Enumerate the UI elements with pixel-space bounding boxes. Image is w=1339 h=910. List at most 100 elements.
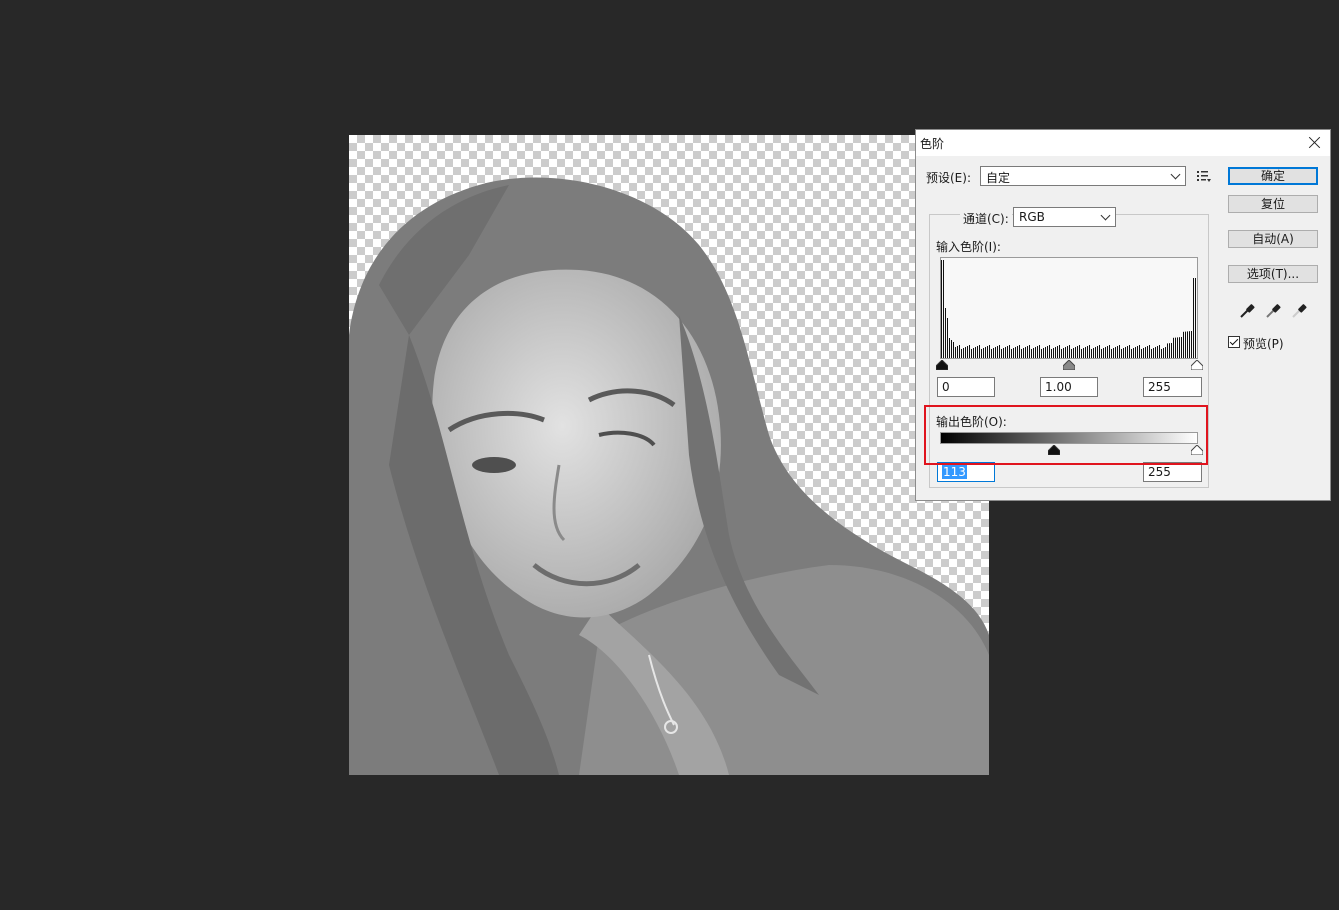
histogram-bar	[1151, 349, 1152, 358]
preset-select[interactable]: 自定	[980, 166, 1186, 186]
histogram-bar	[963, 348, 964, 358]
histogram-bar	[1119, 345, 1120, 358]
histogram-bar	[1195, 278, 1196, 358]
histogram-bar	[1073, 348, 1074, 358]
histogram-bar	[1105, 347, 1106, 358]
input-black-slider[interactable]	[936, 360, 948, 370]
histogram-bar	[1165, 347, 1166, 358]
histogram-bar	[1137, 346, 1138, 358]
histogram-bar	[1169, 343, 1170, 358]
histogram-bar	[1167, 343, 1168, 358]
histogram-bar	[1067, 346, 1068, 358]
reset-button[interactable]: 复位	[1228, 195, 1318, 213]
histogram-bar	[1121, 349, 1122, 358]
dialog-title: 色阶	[920, 137, 945, 151]
histogram-bar	[943, 260, 944, 358]
input-gamma-field[interactable]: 1.00	[1040, 377, 1098, 397]
gray-eyedropper-icon[interactable]	[1264, 302, 1282, 320]
histogram-bar	[1023, 348, 1024, 358]
document-canvas[interactable]	[349, 135, 989, 775]
histogram-bar	[1117, 346, 1118, 358]
histogram-bar	[1101, 349, 1102, 358]
dialog-titlebar[interactable]: 色阶	[916, 130, 1330, 156]
ok-button[interactable]: 确定	[1228, 167, 1318, 185]
histogram-bar	[1139, 345, 1140, 358]
histogram-bar	[1007, 346, 1008, 358]
input-black-field[interactable]: 0	[937, 377, 995, 397]
histogram-bar	[1115, 347, 1116, 358]
histogram-bar	[983, 348, 984, 358]
histogram-bar	[1051, 349, 1052, 358]
histogram-bar	[1143, 348, 1144, 358]
preset-menu-icon[interactable]	[1196, 169, 1212, 183]
preset-value: 自定	[986, 171, 1011, 185]
black-eyedropper-icon[interactable]	[1238, 302, 1256, 320]
close-icon[interactable]	[1306, 134, 1324, 152]
chevron-down-icon	[1170, 169, 1181, 180]
input-gamma-slider[interactable]	[1063, 360, 1075, 370]
preview-checkbox[interactable]	[1228, 336, 1240, 348]
histogram-bar	[1019, 345, 1020, 358]
histogram-bar	[1147, 346, 1148, 358]
histogram-bar	[977, 346, 978, 358]
preset-label: 预设(E):	[926, 171, 971, 185]
histogram-bar	[1031, 349, 1032, 358]
histogram-bar	[1043, 348, 1044, 358]
histogram-bar	[957, 346, 958, 358]
histogram-bar	[981, 349, 982, 358]
histogram-bar	[941, 260, 942, 358]
histogram-bar	[1109, 345, 1110, 358]
histogram-bar	[1089, 345, 1090, 358]
histogram-bar	[1153, 348, 1154, 358]
auto-button[interactable]: 自动(A)	[1228, 230, 1318, 248]
histogram-bar	[1077, 346, 1078, 358]
histogram-bar	[1037, 346, 1038, 358]
input-levels-label: 输入色阶(I):	[936, 240, 1001, 254]
histogram-bar	[1123, 348, 1124, 358]
channel-select[interactable]: RGB	[1013, 207, 1116, 227]
histogram-bar	[1129, 345, 1130, 358]
histogram-bar	[965, 347, 966, 358]
histogram-bar	[1061, 349, 1062, 358]
histogram-bar	[1011, 349, 1012, 358]
white-eyedropper-icon[interactable]	[1290, 302, 1308, 320]
histogram-bar	[1049, 345, 1050, 358]
histogram-bar	[1133, 348, 1134, 358]
histogram-bar	[1081, 349, 1082, 358]
histogram-bar	[1045, 347, 1046, 358]
input-white-field[interactable]: 255	[1143, 377, 1202, 397]
histogram-bar	[1055, 347, 1056, 358]
histogram-bar	[1131, 349, 1132, 358]
histogram-bar	[1159, 345, 1160, 358]
options-button[interactable]: 选项(T)...	[1228, 265, 1318, 283]
input-white-slider[interactable]	[1191, 360, 1203, 370]
histogram-bar	[949, 338, 950, 358]
histogram-bar	[1063, 348, 1064, 358]
histogram-bar	[1157, 346, 1158, 358]
histogram-bar	[1041, 349, 1042, 358]
histogram-bar	[947, 318, 948, 358]
histogram-bar	[987, 346, 988, 358]
histogram-bar	[989, 345, 990, 358]
histogram-bar	[969, 345, 970, 358]
histogram-bar	[1003, 348, 1004, 358]
histogram-bar	[1161, 349, 1162, 358]
histogram-bar	[955, 347, 956, 358]
histogram-bar	[1191, 331, 1192, 358]
histogram-bar	[1083, 348, 1084, 358]
histogram-bar	[1025, 347, 1026, 358]
histogram-bar	[1141, 349, 1142, 358]
portrait-image	[349, 177, 989, 775]
channel-label: 通道(C):	[960, 210, 1012, 227]
histogram-bar	[1171, 343, 1172, 358]
histogram-bar	[1145, 347, 1146, 358]
histogram-bar	[961, 349, 962, 358]
output-black-field[interactable]: 113	[937, 462, 995, 482]
highlight-box	[924, 405, 1208, 465]
histogram-bar	[1059, 345, 1060, 358]
histogram-bar	[1065, 347, 1066, 358]
output-white-field[interactable]: 255	[1143, 462, 1202, 482]
histogram-bar	[1099, 345, 1100, 358]
histogram-bar	[991, 349, 992, 358]
histogram-bar	[975, 347, 976, 358]
